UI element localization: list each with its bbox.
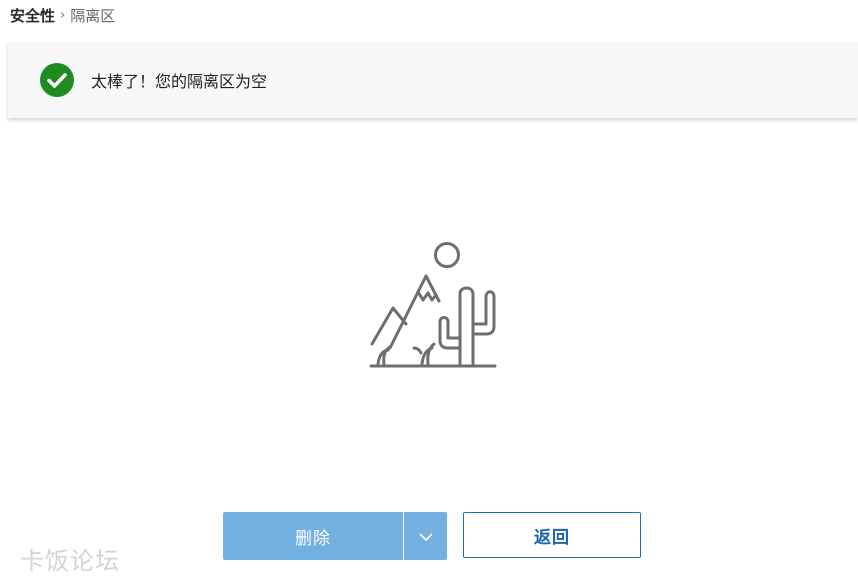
breadcrumb: 安全性 › 隔离区 [10,5,115,27]
check-circle-icon [40,63,74,97]
delete-dropdown-button[interactable] [404,512,447,560]
watermark-text: 卡饭论坛 [20,547,120,575]
chevron-down-icon [419,527,433,546]
delete-button[interactable]: 删除 [223,512,403,560]
back-button[interactable]: 返回 [463,512,641,558]
success-banner: 太棒了！您的隔离区为空 [8,42,858,118]
button-divider [403,512,404,560]
desert-cactus-illustration [366,238,500,372]
breadcrumb-security-link[interactable]: 安全性 [10,5,55,27]
delete-button-group: 删除 [223,512,447,560]
quarantine-page: 安全性 › 隔离区 太棒了！您的隔离区为空 删除 返回 卡饭论坛 [0,0,858,581]
breadcrumb-current: 隔离区 [70,7,116,25]
breadcrumb-separator: › [60,8,66,23]
banner-message: 太棒了！您的隔离区为空 [91,72,268,91]
